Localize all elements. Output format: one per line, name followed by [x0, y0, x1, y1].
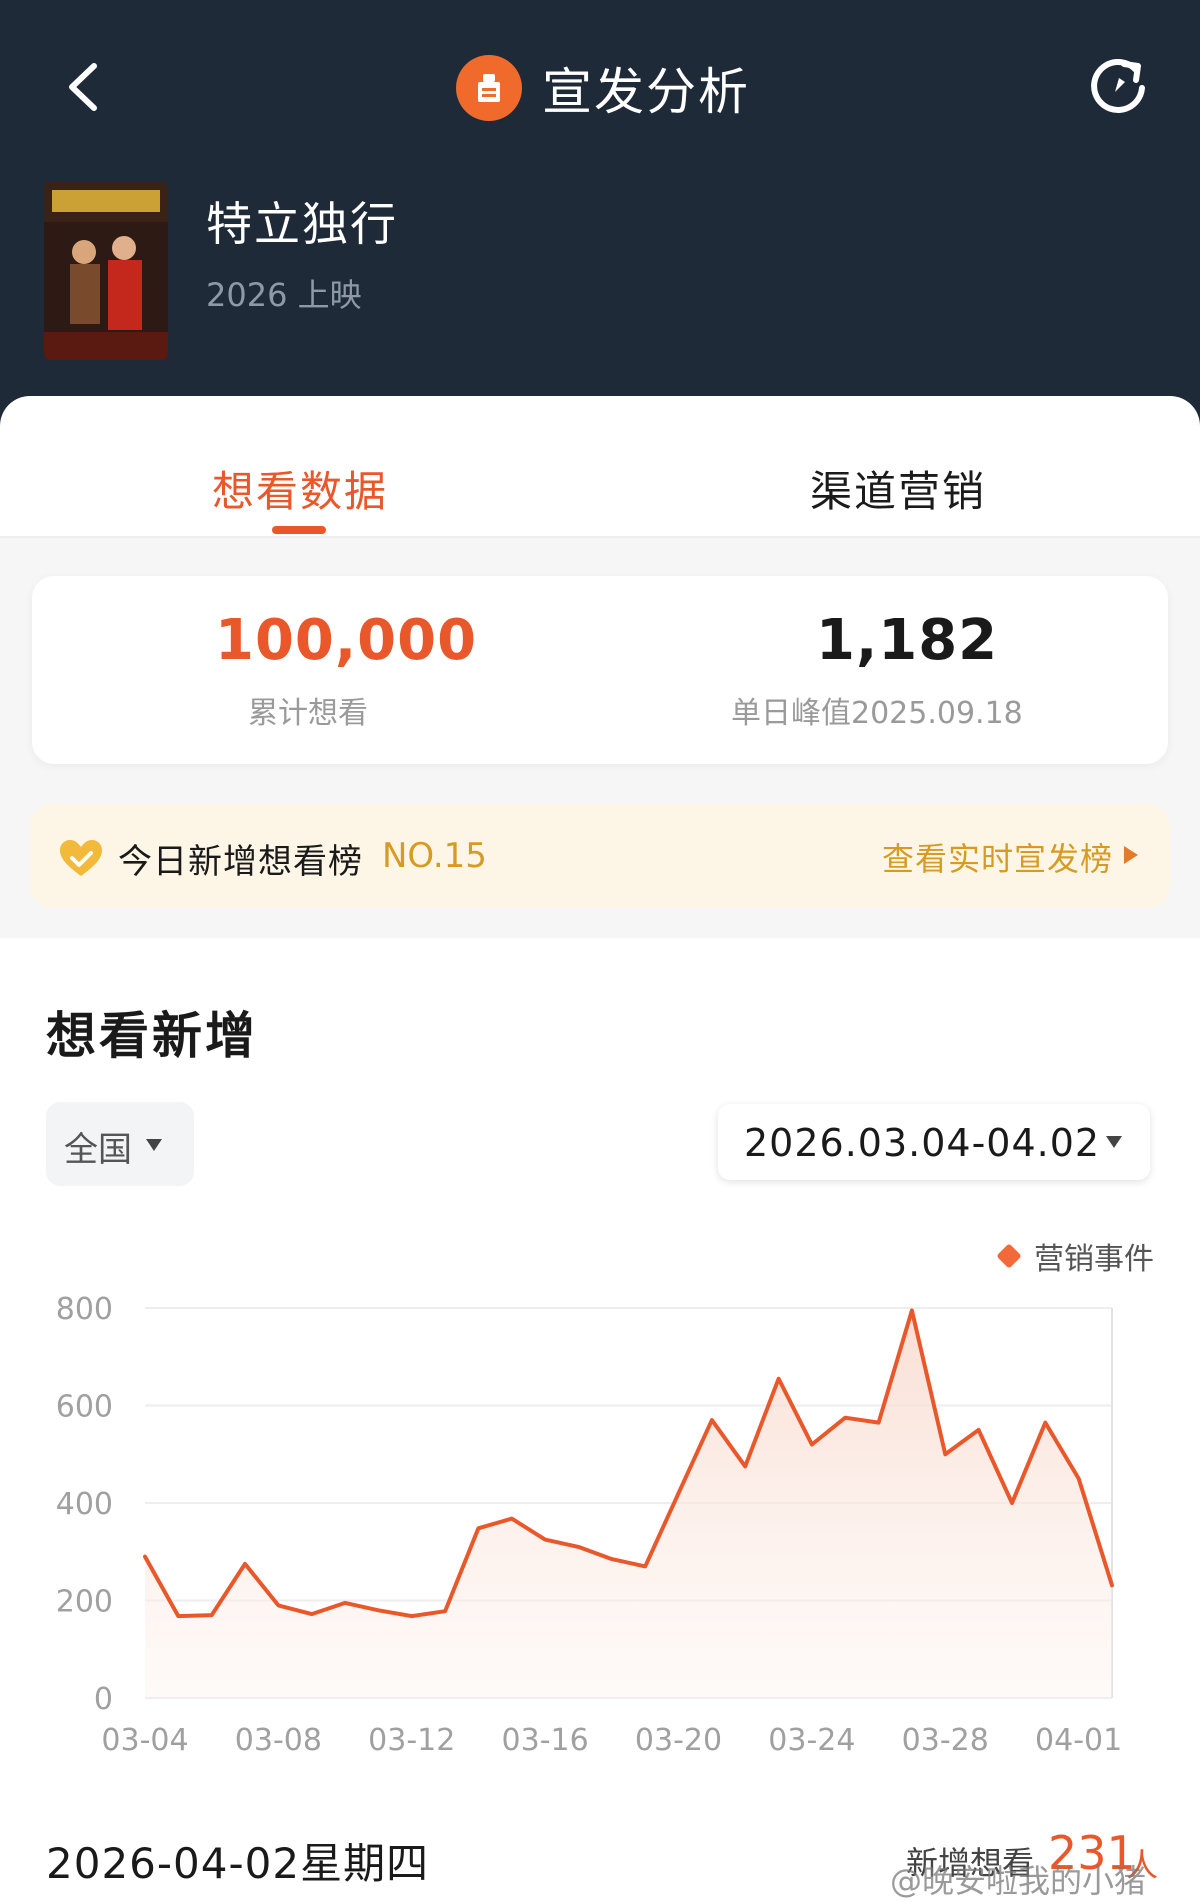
region-dropdown[interactable]: 全国: [46, 1102, 194, 1186]
y-tick-label: 0: [94, 1682, 113, 1717]
nav-title-group: 宣发分析: [456, 50, 750, 126]
app-logo-icon: [456, 55, 522, 121]
marketing-event-marker: [996, 1243, 1022, 1269]
date-range-dropdown[interactable]: 2026.03.04-04.02: [718, 1104, 1150, 1180]
peak-label: 单日峰值2025.09.18: [731, 696, 1023, 731]
total-want-value: 100,000: [215, 608, 478, 673]
rank-title: 今日新增想看榜: [118, 842, 363, 882]
active-tab-indicator: [272, 526, 326, 534]
refresh-icon: [1091, 58, 1145, 113]
arrow-right-icon: [1124, 846, 1138, 864]
rank-number: NO.15: [382, 836, 487, 876]
heart-icon: [60, 840, 102, 876]
legend-label: 营销事件: [1034, 1242, 1154, 1277]
date-range-value: 2026.03.04-04.02: [744, 1121, 1101, 1165]
x-tick-label: 03-24: [768, 1723, 855, 1758]
x-tick-label: 03-12: [368, 1723, 455, 1758]
region-value: 全国: [64, 1130, 132, 1170]
x-tick-label: 03-20: [635, 1723, 722, 1758]
tab-channel-marketing[interactable]: 渠道营销: [810, 458, 986, 519]
stats-card: 100,000 累计想看 1,182 单日峰值2025.09.18: [32, 576, 1168, 764]
chart-legend: 营销事件: [996, 1236, 1154, 1277]
peak-value: 1,182: [816, 608, 999, 673]
caret-down-icon: [146, 1139, 162, 1151]
y-tick-label: 600: [56, 1390, 113, 1425]
x-tick-label: 03-16: [502, 1723, 589, 1758]
watermark: @晚安啦我的小猪: [890, 1862, 1147, 1900]
chevron-left-icon: [69, 63, 97, 111]
view-rank-link[interactable]: 查看实时宣发榜: [882, 834, 1113, 880]
page-title: 宣发分析: [542, 63, 750, 121]
tab-want-data[interactable]: 想看数据: [212, 458, 388, 519]
selected-date: 2026-04-02星期四: [46, 1839, 430, 1888]
want-growth-chart: 0 200 400 600 800 03-04 03-08 03-12 03-16 03-20 0…: [56, 1292, 1123, 1758]
rank-banner[interactable]: 今日新增想看榜 NO.15 查看实时宣发榜: [30, 804, 1170, 908]
series-area: [145, 1310, 1112, 1698]
y-tick-label: 200: [56, 1585, 113, 1620]
tab-bar: 想看数据 渠道营销: [0, 396, 1200, 538]
refresh-button[interactable]: [1086, 52, 1152, 118]
total-want-label: 累计想看: [248, 696, 368, 731]
movie-poster[interactable]: [44, 182, 168, 360]
caret-down-icon: [1106, 1136, 1122, 1148]
y-tick-label: 400: [56, 1487, 113, 1522]
section-title: 想看新增: [46, 1007, 258, 1065]
back-button[interactable]: [58, 52, 118, 122]
x-tick-label: 03-28: [902, 1723, 989, 1758]
y-tick-label: 800: [56, 1292, 113, 1327]
x-tick-label: 03-08: [235, 1723, 322, 1758]
movie-title: 特立独行: [206, 197, 398, 251]
x-tick-label: 04-01: [1035, 1723, 1122, 1758]
movie-release: 2026 上映: [206, 276, 362, 314]
x-tick-label: 03-04: [101, 1723, 188, 1758]
